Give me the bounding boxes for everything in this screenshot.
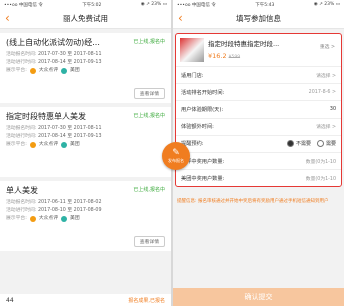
trial-days-field[interactable]: 用户体验期限(天): 30	[176, 101, 341, 119]
carrier-text: •••oo 中国电信 令	[177, 2, 216, 8]
pencil-icon: ✎	[172, 148, 180, 158]
selected-product: 指定时段特惠指定时段... ¥16.2 ¥599 重选 >	[176, 34, 341, 67]
product-price: ¥16.2 ¥599	[208, 52, 241, 60]
signup-period: 活动报名时间: 2017-07-30 至 2017-08-11	[6, 52, 102, 57]
start-time-field[interactable]: 活动排名开始时间: 2017-8-6 >	[176, 84, 341, 102]
footer-status-link[interactable]: 报名成果,已报名	[128, 297, 165, 304]
platform-row: 展示平台: 大众点评 美团	[6, 142, 80, 148]
run-period: 活动进行时间: 2017-08-14 至 2017-09-13	[6, 60, 102, 65]
radio-needed[interactable]: 需要	[316, 140, 336, 148]
battery-indicator: ◉ ↗ 23% ▭	[140, 2, 167, 7]
product-name: 指定时段特惠指定时段...	[208, 40, 280, 48]
result-count: 44	[6, 296, 14, 304]
status-time: 下午5:02	[82, 2, 102, 8]
battery-indicator: ◉ ↗ 23% ▭	[313, 2, 340, 7]
reselect-link[interactable]: 重选 >	[320, 43, 335, 50]
status-bar: •••oo 中国电信 令 下午5:43 ◉ ↗ 23% ▭	[173, 0, 344, 9]
right-phone-screen: •••oo 中国电信 令 下午5:43 ◉ ↗ 23% ▭ ‹ 填写参加信息 指…	[173, 0, 344, 306]
signup-period: 活动报名时间: 2017-07-30 至 2017-08-11	[6, 126, 102, 131]
status-badge: 已上线,报名中	[133, 187, 165, 193]
publish-signup-button[interactable]: ✎ 发布报名	[162, 142, 190, 170]
remind-reservation-field: 提醒预约: 不需要 需要	[176, 136, 341, 153]
dianping-icon	[29, 68, 36, 74]
run-period: 活动进行时间: 2017-08-14 至 2017-09-13	[6, 134, 102, 139]
platform-row: 展示平台: 大众点评 美团	[6, 216, 80, 222]
platform-row: 展示平台: 大众点评 美团	[6, 68, 80, 74]
dianping-winners-field[interactable]: 点评中奖用户数量: 数量(0为1-10	[176, 153, 341, 171]
view-details-button[interactable]: 查看详情	[133, 88, 165, 99]
radio-selected-icon	[286, 140, 294, 148]
left-phone-screen: •••oo 中国电信 令 下午5:02 ◉ ↗ 23% ▭ ‹ 丽人免费试用 (…	[0, 0, 171, 306]
run-period: 活动进行时间: 2017-08-10 至 2017-08-09	[6, 208, 102, 213]
radio-empty-icon	[316, 140, 324, 148]
meituan-winners-field[interactable]: 美团中奖用户数量: 数量(0为1-10	[176, 170, 341, 186]
status-bar: •••oo 中国电信 令 下午5:02 ◉ ↗ 23% ▭	[0, 0, 171, 9]
view-details-button[interactable]: 查看详情	[133, 236, 165, 247]
dianping-icon	[29, 216, 36, 222]
page-title: 丽人免费试用	[63, 14, 108, 23]
nav-bar: ‹ 填写参加信息	[173, 9, 344, 29]
reminder-note: 提醒信息: 报名审核通过并开始中奖后将有奖励用户通过手机短信通知到用户	[177, 199, 329, 205]
meituan-icon	[61, 142, 68, 148]
extra-time-field[interactable]: 体验额外时间: 请选择 >	[176, 119, 341, 136]
dianping-icon	[29, 142, 36, 148]
activity-card-1[interactable]: (线上自动化派试勿动)经... 已上线,报名中 活动报名时间: 2017-07-…	[0, 33, 171, 103]
status-time: 下午5:43	[255, 2, 275, 8]
meituan-icon	[61, 216, 68, 222]
signup-form: 指定时段特惠指定时段... ¥16.2 ¥599 重选 > 适用门店: 请选择 > …	[175, 33, 342, 188]
confirm-submit-button[interactable]: 确认提交	[173, 288, 344, 306]
status-badge: 已上线,报名中	[133, 113, 165, 119]
product-thumbnail	[180, 38, 204, 62]
activity-card-2[interactable]: 指定时段特惠单人美发 已上线,报名中 活动报名时间: 2017-07-30 至 …	[0, 107, 171, 177]
page-title: 填写参加信息	[236, 14, 281, 23]
list-footer: 44 报名成果,已报名	[0, 294, 171, 306]
nav-bar: ‹ 丽人免费试用	[0, 9, 171, 29]
carrier-text: •••oo 中国电信 令	[4, 2, 43, 8]
activity-card-3[interactable]: 单人美发 已上线,报名中 活动报名时间: 2017-06-11 至 2017-0…	[0, 181, 171, 251]
meituan-icon	[61, 68, 68, 74]
radio-not-needed[interactable]: 不需要	[286, 140, 311, 148]
store-field[interactable]: 适用门店: 请选择 >	[176, 67, 341, 85]
signup-period: 活动报名时间: 2017-06-11 至 2017-08-02	[6, 200, 102, 205]
status-badge: 已上线,报名中	[133, 39, 165, 45]
back-chevron-icon[interactable]: ‹	[178, 11, 183, 25]
back-chevron-icon[interactable]: ‹	[5, 11, 10, 25]
